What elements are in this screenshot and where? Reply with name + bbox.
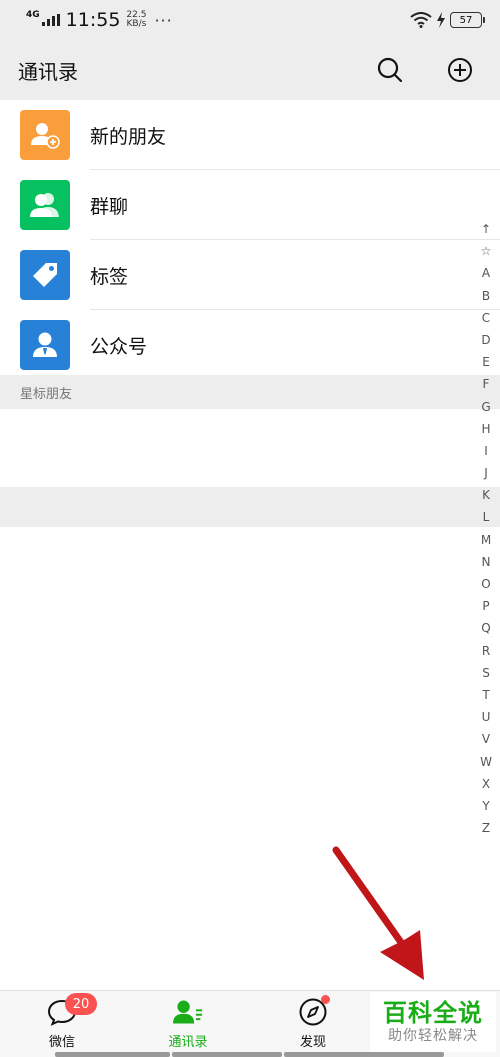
speed-unit: KB/s (126, 19, 147, 29)
starred-friends-area (0, 409, 500, 487)
row-icon-bg (20, 250, 70, 300)
plus-circle-icon (448, 58, 472, 82)
nav-indicator-left (55, 1052, 170, 1057)
status-bar: 4G 11:55 22.5 KB/s ··· 57 (0, 0, 500, 40)
nav-indicator-right (284, 1052, 444, 1057)
new-dot-indicator (321, 995, 330, 1004)
alphabet-index-letter[interactable]: T (482, 684, 489, 706)
status-time: 11:55 (65, 9, 121, 31)
tab-icon-wrap (173, 997, 203, 1027)
tab-discover[interactable]: 发现 (273, 991, 353, 1057)
nav-indicator-middle (172, 1052, 282, 1057)
list-item-label: 群聊 (90, 195, 129, 218)
alphabet-index-letter[interactable]: U (482, 706, 491, 728)
alphabet-index-letter[interactable]: Z (482, 817, 490, 839)
tab-label: 微信 (48, 1035, 75, 1050)
list-item-tags[interactable]: 标签 (0, 240, 500, 310)
list-item-label: 公众号 (90, 335, 148, 358)
list-item-label: 标签 (90, 265, 129, 288)
page-title: 通讯录 (18, 59, 78, 84)
list-item-new-friends[interactable]: 新的朋友 (0, 100, 500, 170)
contact-function-list: 新的朋友 群聊 标签 公众号 (0, 100, 500, 380)
section-header-starred: 星标朋友 (0, 375, 500, 409)
row-icon-bg (20, 110, 70, 160)
search-icon (377, 57, 403, 83)
official-account-icon (33, 332, 57, 357)
tab-chats[interactable]: 20 微信 (22, 991, 102, 1057)
alphabet-index-letter[interactable]: S (482, 662, 490, 684)
alphabet-index-letter[interactable]: ↑ (481, 218, 491, 240)
alphabet-index-letter[interactable]: W (480, 751, 492, 773)
row-icon-bg (20, 320, 70, 370)
group-icon (30, 193, 59, 217)
alphabet-index-letter[interactable]: X (482, 773, 490, 795)
charging-icon (437, 12, 445, 28)
header-actions (376, 56, 474, 84)
alphabet-index-letter[interactable]: L (483, 506, 490, 528)
alphabet-index[interactable]: ↑ ☆ A B C D E F G H I J K L M N O P Q R S T U V W X Y Z (476, 218, 496, 839)
add-friend-icon (31, 123, 60, 149)
alphabet-index-letter[interactable]: E (482, 351, 490, 373)
search-button[interactable] (376, 56, 404, 84)
watermark-logo: 百科全说 助你轻松解决 (370, 992, 496, 1052)
alphabet-index-letter[interactable]: Q (481, 617, 490, 639)
tag-icon (33, 263, 57, 287)
row-icon-bg (20, 180, 70, 230)
tab-contacts[interactable]: 通讯录 (148, 991, 228, 1057)
unread-badge: 20 (65, 993, 97, 1015)
contacts-icon (173, 1000, 203, 1024)
annotation-arrow (332, 846, 424, 980)
alphabet-index-letter[interactable]: F (483, 373, 490, 395)
signal-icon (41, 14, 60, 26)
battery-level: 57 (459, 14, 473, 26)
tab-label: 发现 (299, 1035, 326, 1050)
battery-icon: 57 (450, 12, 485, 28)
alphabet-index-letter[interactable]: I (484, 440, 488, 462)
tab-icon-wrap (298, 995, 330, 1027)
alphabet-index-letter[interactable]: M (481, 529, 491, 551)
list-item-official-accounts[interactable]: 公众号 (0, 310, 500, 380)
status-right: 57 (410, 12, 485, 28)
alphabet-index-letter[interactable]: Y (482, 795, 489, 817)
alphabet-index-letter[interactable]: H (481, 418, 490, 440)
alphabet-index-letter[interactable]: D (481, 329, 490, 351)
alphabet-index-letter[interactable]: P (482, 595, 489, 617)
add-button[interactable] (446, 56, 474, 84)
alphabet-index-letter[interactable]: A (482, 262, 490, 284)
section-title: 星标朋友 (20, 386, 73, 402)
tab-label: 通讯录 (168, 1035, 208, 1050)
more-notifications-icon: ··· (154, 10, 173, 30)
alphabet-index-letter[interactable]: K (482, 484, 490, 506)
alphabet-index-letter[interactable]: O (481, 573, 490, 595)
alphabet-index-letter[interactable]: B (482, 285, 490, 307)
watermark-subtitle: 助你轻松解决 (388, 1028, 478, 1044)
alphabet-index-letter[interactable]: J (484, 462, 488, 484)
alphabet-index-letter[interactable]: ☆ (481, 240, 492, 262)
alphabet-index-letter[interactable]: V (482, 728, 490, 750)
watermark-title: 百科全说 (383, 999, 483, 1027)
alphabet-index-letter[interactable]: N (482, 551, 491, 573)
alphabet-index-letter[interactable]: G (481, 396, 490, 418)
wifi-icon (410, 12, 432, 28)
network-type: 4G (26, 9, 40, 20)
tab-icon-wrap: 20 (47, 993, 97, 1027)
alphabet-index-letter[interactable]: C (482, 307, 490, 329)
network-speed: 22.5 KB/s (126, 11, 146, 29)
list-item-group-chats[interactable]: 群聊 (0, 170, 500, 240)
page-header: 通讯录 (0, 40, 500, 100)
list-item-label: 新的朋友 (90, 125, 167, 148)
section-divider-strip (0, 487, 500, 527)
alphabet-index-letter[interactable]: R (482, 640, 490, 662)
